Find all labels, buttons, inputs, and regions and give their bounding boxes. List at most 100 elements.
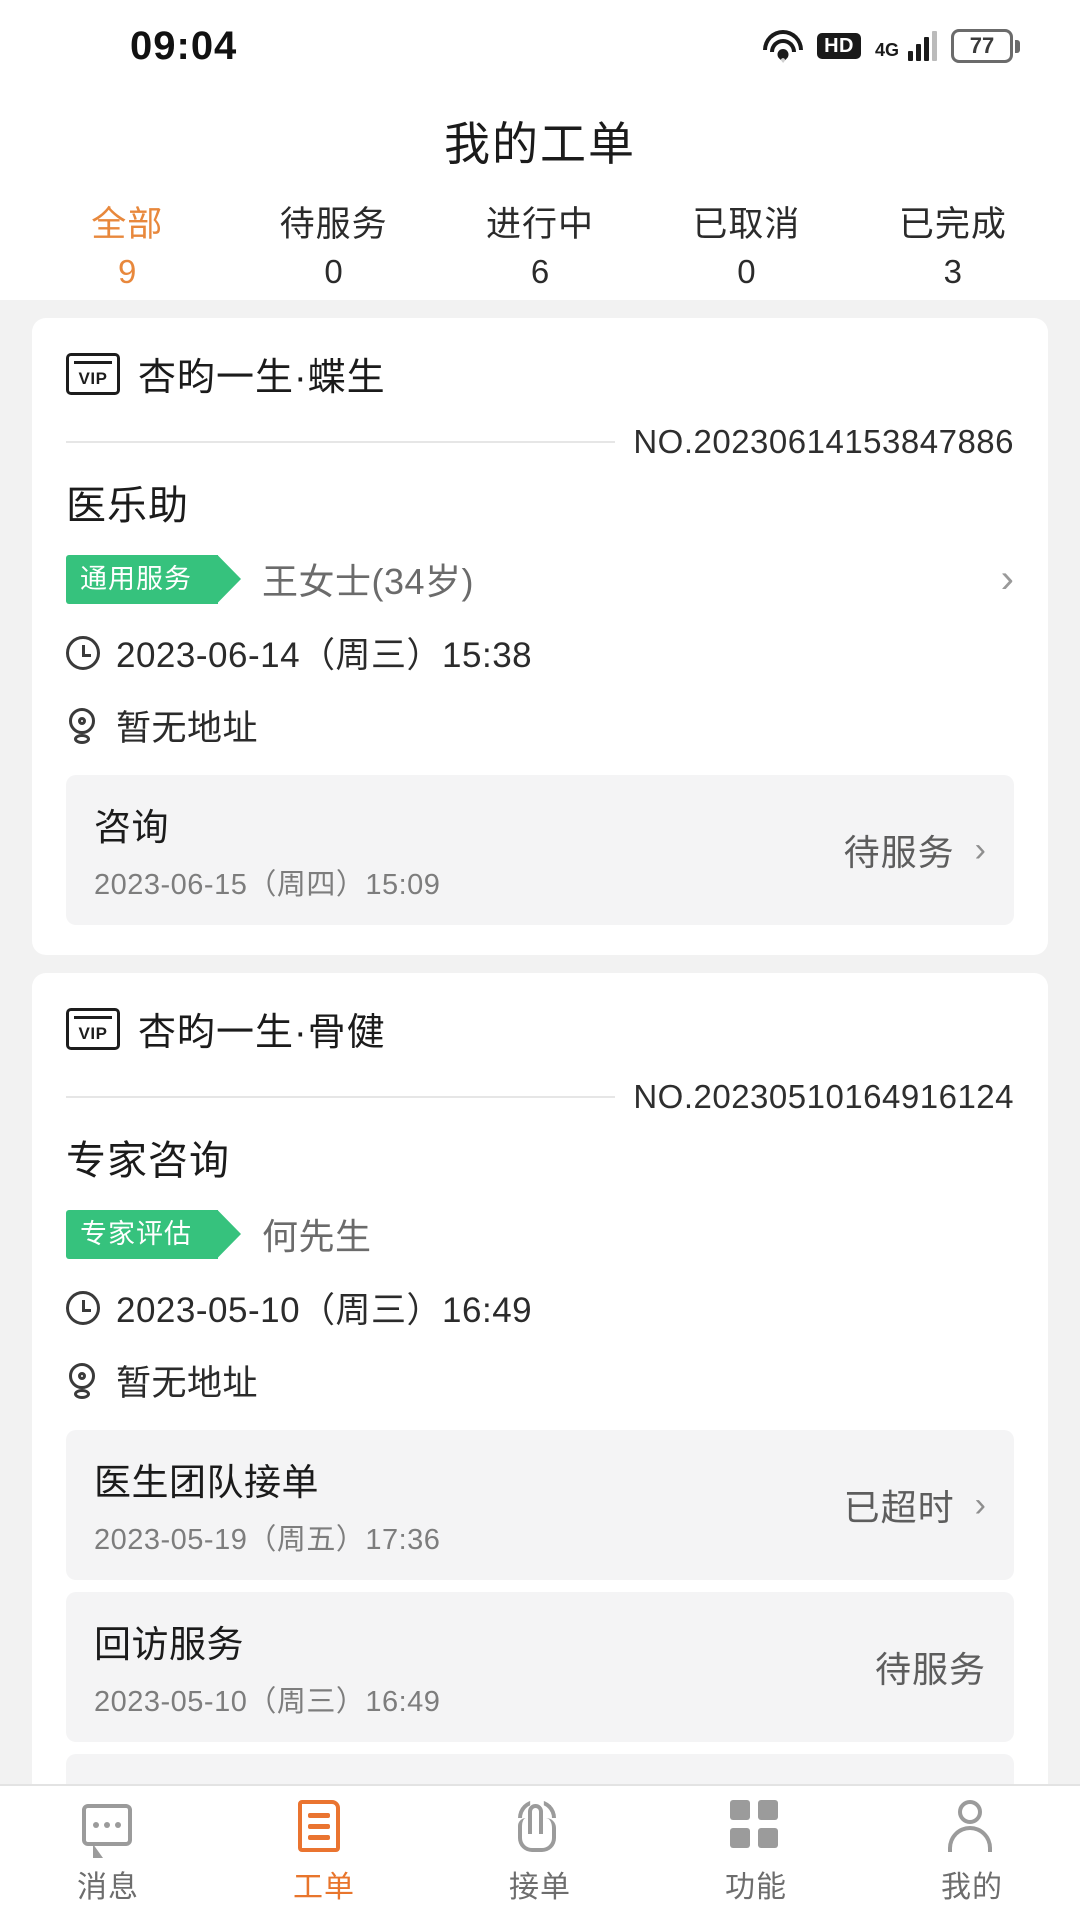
package-name: 杏昀一生·骨健 — [138, 1012, 386, 1054]
tab-cancelled[interactable]: 已取消 0 — [643, 196, 849, 291]
network-type-label: 4G — [874, 40, 899, 60]
appointment-time: 2023-06-14（周三）15:38 — [116, 636, 533, 675]
status-bar-clock: 09:04 — [130, 23, 238, 68]
nav-label: 功能 — [725, 1871, 787, 1904]
document-icon — [298, 1800, 350, 1852]
location-pin-icon — [66, 707, 100, 744]
tab-count: 0 — [324, 253, 343, 290]
service-type-badge: 专家评估 — [66, 1209, 218, 1259]
signal-bars — [908, 31, 937, 61]
subtask-row[interactable]: 医生评估与建议 2023-05-10（周三）16:49 待服务 — [66, 1754, 1014, 1784]
tab-label: 已取消 — [692, 205, 801, 244]
nav-label: 接单 — [509, 1871, 571, 1904]
subtask-status: 待服务 — [843, 832, 955, 873]
nav-label: 消息 — [77, 1871, 139, 1904]
subtask-name: 医生团队接单 — [94, 1462, 319, 1503]
nav-item-functions[interactable]: 功能 — [648, 1800, 864, 1906]
battery-percent: 77 — [969, 33, 995, 58]
service-title: 医乐助 — [66, 484, 189, 528]
subtask-status: 已超时 — [843, 1487, 955, 1528]
subtask-time: 2023-05-10（周三）16:49 — [94, 1686, 441, 1718]
tab-label: 进行中 — [486, 205, 595, 244]
status-filter-tabs: 全部 9 待服务 0 进行中 6 已取消 0 已完成 3 — [0, 190, 1080, 300]
clock-icon — [66, 1290, 100, 1325]
tab-label: 已完成 — [898, 205, 1007, 244]
vip-label: VIP — [78, 1023, 108, 1043]
appointment-time-row: 2023-06-14（周三）15:38 — [66, 627, 1014, 678]
tab-label: 待服务 — [279, 205, 388, 244]
customer-name: 何先生 — [262, 1216, 372, 1257]
appointment-time: 2023-05-10（周三）16:49 — [116, 1291, 533, 1330]
tab-count: 3 — [943, 253, 962, 290]
work-order-list[interactable]: VIP 杏昀一生·蝶生 NO.20230614153847886 医乐助 通用服… — [0, 300, 1080, 1784]
tab-count: 9 — [118, 253, 137, 290]
divider — [66, 441, 616, 443]
subtask-row[interactable]: 医生团队接单 2023-05-19（周五）17:36 已超时 › — [66, 1430, 1014, 1580]
subtask-row[interactable]: 咨询 2023-06-15（周四）15:09 待服务 › — [66, 775, 1014, 925]
appointment-time-row: 2023-05-10（周三）16:49 — [66, 1282, 1014, 1333]
card-header: VIP 杏昀一生·骨健 — [66, 1001, 1014, 1056]
chevron-right-icon[interactable]: › — [975, 1488, 986, 1522]
address-row: 暂无地址 — [66, 1355, 1014, 1406]
hd-icon: HD — [817, 33, 861, 59]
status-bar: 09:04 HD 4G 77 — [0, 0, 1080, 92]
package-name: 杏昀一生·蝶生 — [138, 357, 386, 399]
subtask-list: 医生团队接单 2023-05-19（周五）17:36 已超时 › 回访服务 20… — [66, 1430, 1014, 1784]
address: 暂无地址 — [116, 709, 259, 748]
subtask-name: 回访服务 — [94, 1624, 244, 1665]
chevron-right-icon[interactable]: › — [1001, 559, 1014, 599]
subtask-time: 2023-05-19（周五）17:36 — [94, 1524, 441, 1556]
service-type-badge: 通用服务 — [66, 554, 218, 604]
subtask-name: 咨询 — [94, 807, 169, 848]
page-title: 我的工单 — [444, 118, 636, 170]
tab-count: 6 — [530, 253, 550, 290]
vip-badge-icon: VIP — [66, 1007, 120, 1050]
status-bar-icons: HD 4G 77 — [763, 29, 1020, 63]
chevron-right-icon[interactable]: › — [975, 833, 986, 867]
location-pin-icon — [66, 1362, 100, 1399]
person-row[interactable]: 通用服务 王女士(34岁) › — [66, 553, 1014, 605]
divider — [66, 1096, 616, 1098]
tab-in-progress[interactable]: 进行中 6 — [437, 196, 643, 291]
order-number: NO.20230614153847886 — [633, 423, 1014, 460]
wifi-icon — [763, 30, 804, 63]
nav-label: 我的 — [941, 1871, 1003, 1904]
person-row[interactable]: 专家评估 何先生 — [66, 1208, 1014, 1260]
nav-item-profile[interactable]: 我的 — [864, 1800, 1080, 1906]
address: 暂无地址 — [116, 1364, 259, 1403]
order-number: NO.20230510164916124 — [633, 1078, 1014, 1115]
clock-icon — [66, 635, 100, 670]
page-header: 我的工单 — [0, 92, 1080, 190]
tab-completed[interactable]: 已完成 3 — [850, 196, 1056, 291]
vip-badge-icon: VIP — [66, 352, 120, 395]
subtask-status: 待服务 — [874, 1649, 986, 1690]
chat-icon — [82, 1800, 134, 1858]
subtask-row[interactable]: 回访服务 2023-05-10（周三）16:49 待服务 — [66, 1592, 1014, 1742]
nav-label: 工单 — [293, 1871, 355, 1904]
subtask-name: 医生评估与建议 — [94, 1776, 440, 1784]
app-screen: 09:04 HD 4G 77 我的工单 全部 9 待服务 0 进行中 6 已取消… — [0, 0, 1080, 1920]
tap-hand-icon — [514, 1800, 566, 1852]
work-order-card[interactable]: VIP 杏昀一生·骨健 NO.20230510164916124 专家咨询 专家… — [32, 973, 1048, 1784]
address-row: 暂无地址 — [66, 700, 1014, 751]
work-order-card[interactable]: VIP 杏昀一生·蝶生 NO.20230614153847886 医乐助 通用服… — [32, 318, 1048, 955]
tab-pending-service[interactable]: 待服务 0 — [230, 196, 436, 291]
order-number-row: NO.20230614153847886 — [66, 423, 1014, 461]
signal-icon: 4G — [875, 31, 937, 61]
bottom-navigation: 消息 工单 接单 功能 我的 — [0, 1784, 1080, 1920]
subtask-time: 2023-06-15（周四）15:09 — [94, 869, 441, 901]
tab-count: 0 — [737, 253, 756, 290]
subtask-list: 咨询 2023-06-15（周四）15:09 待服务 › — [66, 775, 1014, 925]
order-number-row: NO.20230510164916124 — [66, 1078, 1014, 1116]
battery-icon: 77 — [951, 29, 1020, 63]
card-header: VIP 杏昀一生·蝶生 — [66, 346, 1014, 401]
tab-label: 全部 — [91, 205, 164, 244]
person-icon — [946, 1800, 998, 1852]
tab-all[interactable]: 全部 9 — [24, 196, 230, 291]
nav-item-accept-orders[interactable]: 接单 — [432, 1800, 648, 1906]
service-title: 专家咨询 — [66, 1139, 230, 1183]
grid-icon — [730, 1800, 782, 1852]
nav-item-work-orders[interactable]: 工单 — [216, 1800, 432, 1906]
nav-item-messages[interactable]: 消息 — [0, 1800, 216, 1906]
vip-label: VIP — [78, 368, 108, 388]
